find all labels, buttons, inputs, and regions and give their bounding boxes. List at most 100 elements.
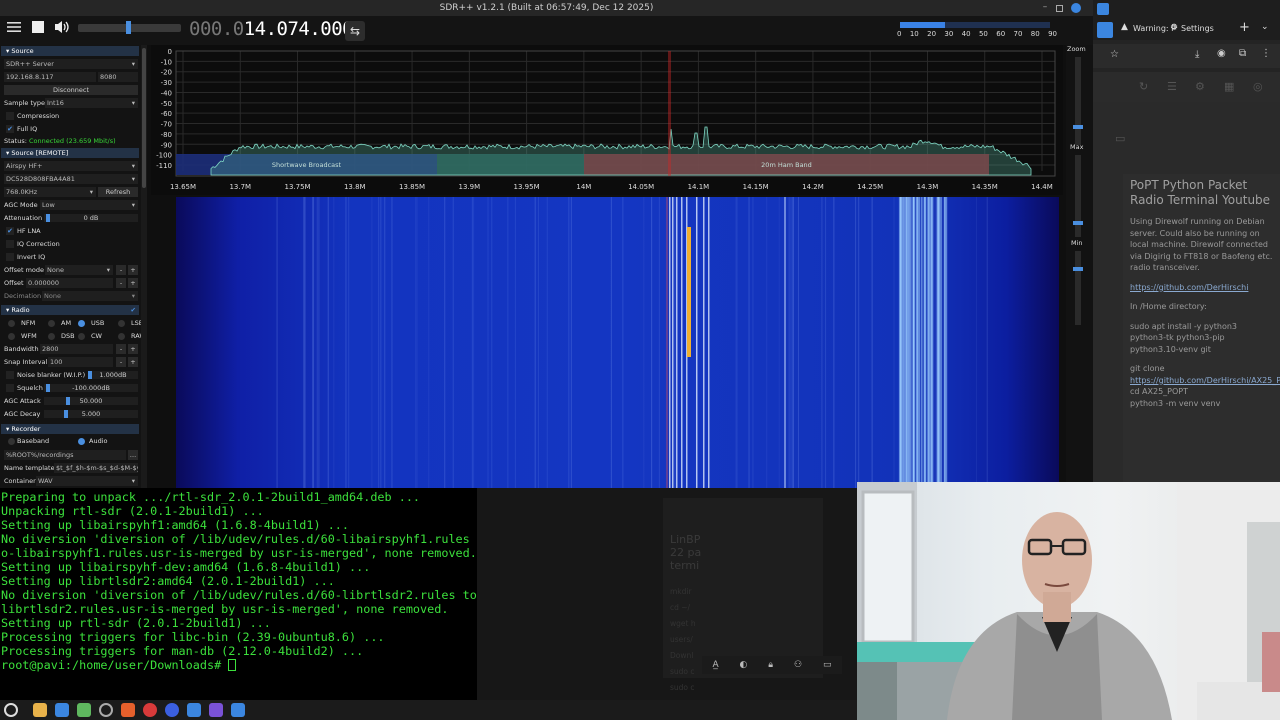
mode-radio-nfm[interactable] [8,320,15,327]
hf-lna-checkbox[interactable]: ✔ [6,227,14,235]
chevron-down-icon[interactable]: ⌄ [1261,22,1269,32]
audio-radio[interactable] [78,438,85,445]
offset-mode-plus-button[interactable]: + [128,265,138,275]
volume-slider-knob[interactable] [126,21,131,34]
decimation-select[interactable]: None ▾ [42,291,138,301]
frequency-main-digits[interactable]: 14.074.000 [244,18,354,40]
offset-plus-button[interactable]: + [128,278,138,288]
lock-icon[interactable]: 🔒︎ [768,660,773,670]
new-tab-icon[interactable]: + [1239,20,1250,35]
fft-plot[interactable]: 0 -10 -20 -30 -40 -50 -60 -70 -80 -90 -100 -110 13.6… [151,45,1063,195]
waterfall-plot[interactable] [176,197,1059,488]
add-person-icon[interactable]: ⚇ [794,660,802,670]
compression-checkbox[interactable] [6,112,14,120]
bandwidth-plus-button[interactable]: + [128,344,138,354]
mode-radio-dsb[interactable] [48,333,55,340]
maximize-icon[interactable] [1056,5,1063,12]
min-slider[interactable] [1073,251,1083,325]
tab-settings[interactable]: Settings [1181,24,1214,33]
snap-plus-button[interactable]: + [128,357,138,367]
bandwidth-minus-button[interactable]: - [116,344,126,354]
noise-blanker-slider[interactable]: 1.000dB [88,371,138,379]
radio-section-header[interactable]: ▾ Radio ✔ [1,305,139,315]
name-template-field[interactable]: $t_$f_$h-$m-$s_$d-$M-$y [54,463,138,473]
sdrpp-taskbar-icon[interactable] [55,703,69,717]
offset-field[interactable]: 0.000000 [26,278,113,288]
profile-icon[interactable]: ◉ [1217,48,1226,59]
address-bar[interactable]: ☆ ⤓ ◉ ⧉ ⋮ [1093,44,1280,68]
min-slider-knob[interactable] [1073,267,1083,271]
zoom-slider[interactable] [1073,57,1083,145]
frequency-display[interactable]: 000.014.074.000 [189,18,354,40]
terminal-output[interactable]: Preparing to unpack .../rtl-sdr_2.0.1-2b… [0,488,477,700]
squelch-slider[interactable]: -100.000dB [44,384,138,392]
settings-icon[interactable]: ⚙ [1195,80,1205,93]
noise-blanker-checkbox[interactable] [6,371,14,379]
mode-radio-lsb[interactable] [118,320,125,327]
volume-slider[interactable] [78,21,181,34]
recorder-icon[interactable] [143,703,157,717]
browse-button[interactable]: … [128,450,138,460]
source-remote-section-header[interactable]: ▾ Source [REMOTE] [1,148,139,158]
sample-type-select[interactable]: Int16 ▾ [45,98,138,108]
sidebar-scrollbar-thumb[interactable] [142,48,146,188]
chat-icon[interactable] [165,703,179,717]
recording-path-field[interactable]: %ROOT%/recordings [4,450,126,460]
extensions-icon[interactable]: ⧉ [1239,48,1246,59]
palette-icon[interactable]: ◐ [740,660,748,670]
disconnect-button[interactable]: Disconnect [4,85,138,95]
recorder-section-header[interactable]: ▾ Recorder [1,424,139,434]
refresh-icon[interactable]: ↻ [1139,80,1148,93]
settings-icon[interactable] [99,703,113,717]
frequency-dim-digits[interactable]: 000.0 [189,18,244,40]
stop-icon[interactable] [28,20,48,40]
full-iq-checkbox[interactable]: ✔ [6,125,14,133]
sidebar-scrollbar[interactable] [141,45,147,488]
zoom-slider-knob[interactable] [1073,125,1083,129]
squelch-checkbox[interactable] [6,384,14,392]
speaker-icon[interactable] [52,20,72,40]
snap-interval-field[interactable]: 100 [48,357,113,367]
device-select[interactable]: Airspy HF+ ▾ [4,161,138,171]
iq-correction-checkbox[interactable] [6,240,14,248]
host-field[interactable]: 192.168.8.117 [4,72,96,82]
mode-radio-raw[interactable] [118,333,125,340]
text-format-icon[interactable]: A̲ [712,660,718,670]
minimize-icon[interactable]: – [1040,3,1050,13]
source-section-header[interactable]: ▾ Source [1,46,139,56]
port-field[interactable]: 8080 [98,72,138,82]
agc-decay-slider[interactable]: 5.000 [44,410,138,418]
text-editor-icon[interactable] [77,703,91,717]
mode-radio-cw[interactable] [78,333,85,340]
star-icon[interactable]: ☆ [1110,49,1119,60]
mode-radio-am[interactable] [48,320,55,327]
more-menu-icon[interactable]: ⋮ [1261,48,1271,59]
sidebar-toggle-icon[interactable]: ▭ [1115,132,1125,145]
waterfall[interactable] [176,197,1059,488]
offset-mode-minus-button[interactable]: - [116,265,126,275]
download-icon[interactable]: ⤓ [1195,49,1199,60]
list-icon[interactable]: ☰ [1167,80,1177,93]
fft-spectrum[interactable]: 0 -10 -20 -30 -40 -50 -60 -70 -80 -90 -100 -110 13.6… [151,45,1063,195]
snap-minus-button[interactable]: - [116,357,126,367]
app-launcher-icon[interactable] [4,703,18,717]
bandwidth-field[interactable]: 2800 [40,344,113,354]
offset-mode-select[interactable]: None ▾ [45,265,113,275]
sdrpp-second-icon[interactable] [231,703,245,717]
image-icon[interactable]: ▭ [823,660,832,670]
refresh-button[interactable]: Refresh [98,187,138,197]
source-select[interactable]: SDR++ Server ▾ [4,59,138,69]
sdrpp-window-icon[interactable] [187,703,201,717]
invert-iq-checkbox[interactable] [6,253,14,261]
account-icon[interactable]: ◎ [1253,80,1263,93]
media-player-icon[interactable] [209,703,223,717]
close-icon[interactable] [1071,3,1081,13]
max-slider-knob[interactable] [1073,221,1083,225]
attenuation-slider[interactable]: 0 dB [44,214,138,222]
max-slider[interactable] [1073,155,1083,237]
container-select[interactable]: WAV ▾ [36,476,138,486]
repo-link[interactable]: https://github.com/DerHirschi/AX25_PoPT.… [1130,376,1280,385]
hamburger-menu-icon[interactable] [4,20,24,40]
samplerate-select[interactable]: 768.0KHz ▾ [4,187,96,197]
mode-radio-wfm[interactable] [8,333,15,340]
